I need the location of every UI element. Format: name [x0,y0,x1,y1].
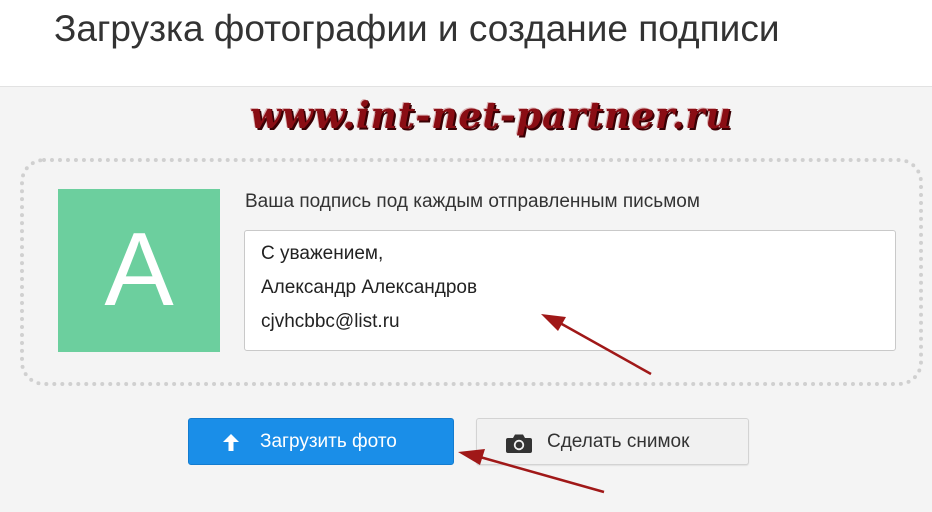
take-snapshot-label: Сделать снимок [547,431,690,452]
take-snapshot-button[interactable]: Сделать снимок [476,418,749,465]
upload-arrow-icon [223,434,239,451]
upload-photo-label: Загрузить фото [260,431,397,452]
upload-photo-button[interactable]: Загрузить фото [188,418,454,465]
signature-line-email: cjvhcbbc@list.ru [261,311,400,332]
page-title: Загрузка фотографии и создание подписи [54,8,780,49]
avatar[interactable]: A [58,189,220,352]
page-header: Загрузка фотографии и создание подписи [0,0,932,87]
signature-label: Ваша подпись под каждым отправленным пис… [245,191,700,212]
signature-line-name: Александр Александров [261,277,478,298]
signature-textarea[interactable]: С уважением, Александр Александров cjvhc… [244,230,896,351]
avatar-letter: A [104,212,174,328]
signature-line-greeting: С уважением, [261,243,384,264]
site-watermark: www.int-net-partner.ru [250,95,733,137]
camera-icon [506,434,532,453]
